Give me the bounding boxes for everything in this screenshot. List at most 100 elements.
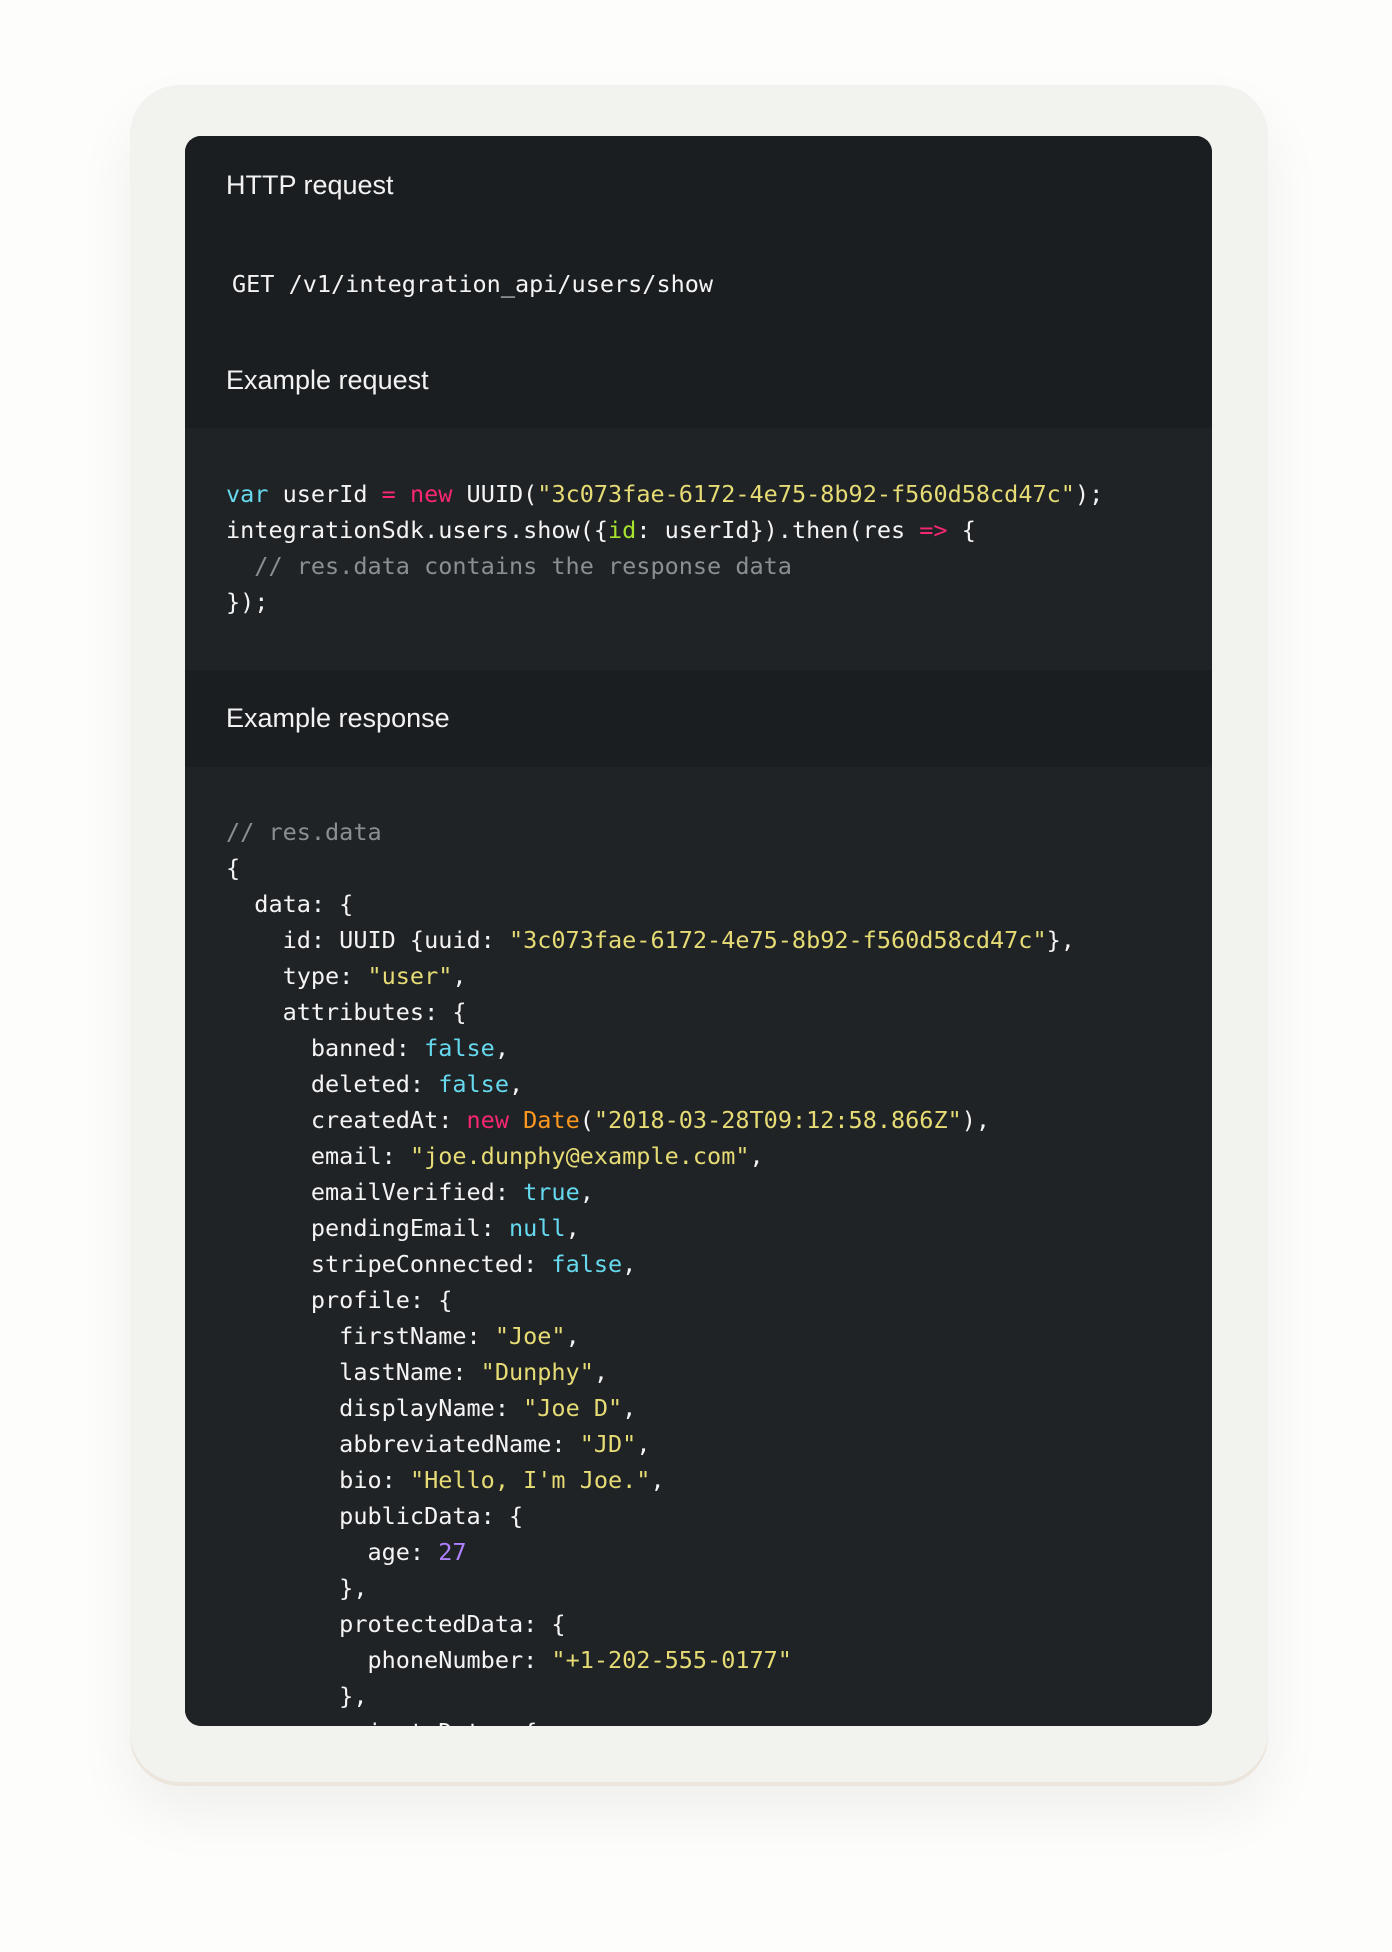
code-token-t: abbreviatedName:	[226, 1430, 580, 1458]
code-line: phoneNumber: "+1-202-555-0177"	[226, 1642, 1075, 1678]
code-token-bool: true	[523, 1178, 580, 1206]
code-line: integrationSdk.users.show({id: userId}).…	[226, 512, 1103, 548]
code-line: id: UUID {uuid: "3c073fae-6172-4e75-8b92…	[226, 922, 1075, 958]
code-token-str: "Hello, I'm Joe."	[409, 1466, 651, 1494]
code-line: banned: false,	[226, 1030, 1075, 1066]
code-line: bio: "Hello, I'm Joe.",	[226, 1462, 1075, 1498]
code-line: email: "joe.dunphy@example.com",	[226, 1138, 1075, 1174]
code-line: var userId = new UUID("3c073fae-6172-4e7…	[226, 476, 1103, 512]
code-token-t: : userId}).then(res	[636, 516, 920, 544]
code-token-t: email:	[226, 1142, 410, 1170]
code-token-str: "Dunphy"	[480, 1358, 594, 1386]
code-line: firstName: "Joe",	[226, 1318, 1075, 1354]
code-token-t: ,	[579, 1178, 594, 1206]
code-token-t: ,	[636, 1430, 651, 1458]
code-token-t: {	[226, 854, 241, 882]
code-token-kw: var	[226, 480, 269, 508]
code-token-t: emailVerified:	[226, 1178, 524, 1206]
code-line: {	[226, 850, 1075, 886]
code-line: profile: {	[226, 1282, 1075, 1318]
code-token-t: ,	[593, 1358, 609, 1386]
code-token-str: "Joe"	[494, 1322, 566, 1350]
code-token-bool: null	[508, 1214, 566, 1242]
code-token-t: data: {	[226, 890, 354, 918]
code-token-t: phoneNumber:	[226, 1646, 552, 1674]
code-line: privateData: {	[226, 1714, 1075, 1726]
code-token-t: pendingEmail:	[226, 1214, 509, 1242]
code-token-t: protectedData: {	[226, 1610, 566, 1638]
code-token-op: =>	[919, 516, 948, 544]
code-line: protectedData: {	[226, 1606, 1075, 1642]
code-token-str: "+1-202-555-0177"	[551, 1646, 792, 1674]
code-token-t: integrationSdk.users.show({	[226, 516, 609, 544]
code-token-t: attributes: {	[226, 998, 467, 1026]
code-token-cls: Date	[523, 1106, 580, 1134]
http-endpoint: GET /v1/integration_api/users/show	[232, 270, 714, 298]
code-line: abbreviatedName: "JD",	[226, 1426, 1075, 1462]
code-token-t: stripeConnected:	[226, 1250, 552, 1278]
code-token-t: {	[947, 516, 976, 544]
code-token-t: },	[226, 1682, 368, 1710]
code-line: });	[226, 584, 1103, 620]
code-token-num: 27	[438, 1538, 467, 1566]
code-token-op: new	[409, 480, 453, 508]
code-line: publicData: {	[226, 1498, 1075, 1534]
code-line: data: {	[226, 886, 1075, 922]
code-token-t: ,	[565, 1214, 580, 1242]
code-token-t: (	[579, 1106, 594, 1134]
example-request-code: var userId = new UUID("3c073fae-6172-4e7…	[226, 476, 1103, 620]
code-token-str: "3c073fae-6172-4e75-8b92-f560d58cd47c"	[508, 926, 1047, 954]
code-line: type: "user",	[226, 958, 1075, 994]
code-token-t: publicData: {	[226, 1502, 524, 1530]
code-token-t: ,	[494, 1034, 509, 1062]
code-line: displayName: "Joe D",	[226, 1390, 1075, 1426]
code-line: createdAt: new Date("2018-03-28T09:12:58…	[226, 1102, 1075, 1138]
code-token-t: lastName:	[226, 1358, 481, 1386]
code-token-t: UUID(	[452, 480, 538, 508]
code-token-op: =	[381, 480, 396, 508]
code-token-str: "user"	[367, 962, 453, 990]
code-token-t: ,	[565, 1322, 580, 1350]
api-reference-panel: HTTP request GET /v1/integration_api/use…	[185, 136, 1212, 1726]
code-line: emailVerified: true,	[226, 1174, 1075, 1210]
code-token-str: "3c073fae-6172-4e75-8b92-f560d58cd47c"	[537, 480, 1075, 508]
code-token-str: "joe.dunphy@example.com"	[409, 1142, 750, 1170]
code-line: },	[226, 1678, 1075, 1714]
code-token-t	[396, 480, 410, 508]
code-token-t: });	[226, 588, 269, 616]
code-token-t: userId	[268, 480, 382, 508]
code-token-t: firstName:	[226, 1322, 495, 1350]
code-line: age: 27	[226, 1534, 1075, 1570]
code-token-str: "Joe D"	[523, 1394, 623, 1422]
code-token-t: bio:	[226, 1466, 410, 1494]
code-token-t: ,	[508, 1070, 524, 1098]
code-token-t: privateData: {	[226, 1718, 537, 1726]
code-token-bool: false	[551, 1250, 623, 1278]
code-token-str: "2018-03-28T09:12:58.866Z"	[593, 1106, 962, 1134]
code-token-t	[509, 1106, 523, 1134]
code-line: // res.data contains the response data	[226, 548, 1103, 584]
code-line: lastName: "Dunphy",	[226, 1354, 1075, 1390]
code-token-str: "JD"	[579, 1430, 637, 1458]
code-token-t: age:	[226, 1538, 439, 1566]
code-token-t: ),	[961, 1106, 991, 1134]
code-line: // res.data	[226, 814, 1075, 850]
code-token-bool: false	[424, 1034, 495, 1062]
code-token-t: createdAt:	[226, 1106, 467, 1134]
code-token-op: new	[466, 1106, 509, 1134]
code-token-t: type:	[226, 962, 368, 990]
code-token-t: banned:	[226, 1034, 425, 1062]
code-line: deleted: false,	[226, 1066, 1075, 1102]
code-token-t: displayName:	[226, 1394, 524, 1422]
code-token-t: },	[1046, 926, 1075, 954]
example-response-code: // res.data { data: { id: UUID {uuid: "3c…	[226, 814, 1075, 1726]
code-line: },	[226, 1570, 1075, 1606]
code-line: attributes: {	[226, 994, 1075, 1030]
code-token-t: ,	[650, 1466, 665, 1494]
code-line: pendingEmail: null,	[226, 1210, 1075, 1246]
code-token-t: ,	[452, 962, 467, 990]
code-token-bool: false	[438, 1070, 509, 1098]
example-response-heading: Example response	[226, 703, 450, 733]
code-token-t: },	[226, 1574, 368, 1602]
code-token-t: ,	[749, 1142, 764, 1170]
